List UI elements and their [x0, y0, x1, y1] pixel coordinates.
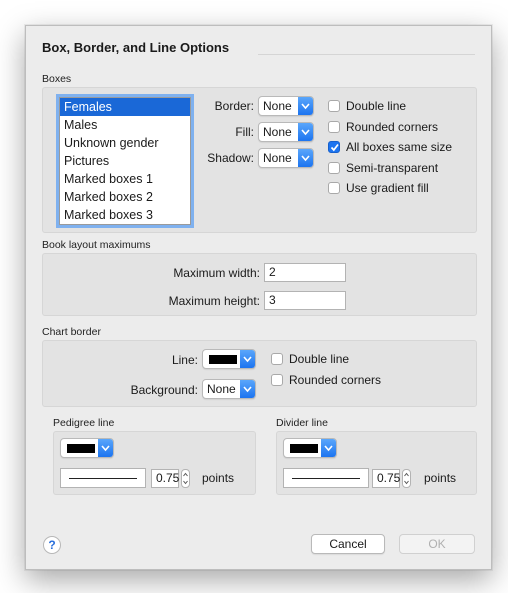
checkmark-icon	[330, 143, 339, 152]
rounded-corners-checkbox[interactable]: Rounded corners	[328, 120, 438, 134]
checkbox-box	[328, 182, 340, 194]
chart-border-section-label: Chart border	[42, 326, 101, 338]
checkbox-box	[271, 353, 283, 365]
divider-line-section-label: Divider line	[276, 417, 328, 429]
chart-border-double-line-checkbox[interactable]: Double line	[271, 352, 349, 366]
border-popup[interactable]: None	[258, 96, 314, 116]
list-item[interactable]: Unknown gender	[60, 134, 190, 152]
checkbox-box	[328, 162, 340, 174]
pedigree-line-width-field[interactable]: 0.75	[151, 469, 179, 488]
fill-label: Fill:	[235, 125, 254, 139]
chevron-down-icon	[298, 123, 313, 141]
maximum-width-field[interactable]: 2	[264, 263, 346, 282]
checkbox-label: Double line	[289, 352, 350, 366]
checkbox-label: All boxes same size	[346, 140, 453, 154]
help-button[interactable]: ?	[43, 536, 61, 554]
divider-line-style-sample[interactable]	[283, 468, 369, 488]
double-line-checkbox[interactable]: Double line	[328, 99, 406, 113]
chevron-down-icon	[98, 439, 113, 457]
background-label: Background:	[130, 383, 198, 397]
color-swatch	[290, 443, 318, 453]
color-swatch	[209, 354, 237, 364]
use-gradient-fill-checkbox[interactable]: Use gradient fill	[328, 181, 429, 195]
checkbox-label: Use gradient fill	[346, 181, 429, 195]
checkbox-label: Rounded corners	[289, 373, 382, 387]
pedigree-line-section-label: Pedigree line	[53, 417, 115, 429]
chevron-down-icon	[321, 439, 336, 457]
border-popup-value: None	[263, 99, 292, 113]
pedigree-line-units: points	[202, 471, 235, 485]
chevron-down-icon	[298, 149, 313, 167]
fill-popup-value: None	[263, 125, 292, 139]
checkbox-box	[271, 374, 283, 386]
ok-button[interactable]: OK	[399, 534, 475, 554]
chart-border-line-color-popup[interactable]	[202, 349, 256, 369]
stepper-arrows-icon	[404, 472, 409, 485]
box-border-line-options-dialog: Box, Border, and Line Options Boxes Fema…	[25, 25, 492, 570]
list-item[interactable]: Marked boxes 3	[60, 206, 190, 224]
checkbox-box	[328, 100, 340, 112]
list-item[interactable]: Marked boxes 1	[60, 170, 190, 188]
maximum-height-label: Maximum height:	[168, 294, 260, 308]
fill-popup[interactable]: None	[258, 122, 314, 142]
shadow-popup-value: None	[263, 151, 292, 165]
list-item[interactable]: Marked boxes 2	[60, 188, 190, 206]
divider-line-color-popup[interactable]	[283, 438, 337, 458]
boxes-section-label: Boxes	[42, 73, 72, 85]
shadow-popup[interactable]: None	[258, 148, 314, 168]
dialog-title: Box, Border, and Line Options	[42, 40, 230, 55]
divider-line-width-stepper[interactable]	[402, 469, 411, 488]
chevron-down-icon	[240, 350, 255, 368]
checkbox-label: Double line	[346, 99, 407, 113]
divider-line-width-field[interactable]: 0.75	[372, 469, 400, 488]
pedigree-line-width-stepper[interactable]	[181, 469, 190, 488]
checkbox-box	[328, 141, 340, 153]
pedigree-line-style-sample[interactable]	[60, 468, 146, 488]
chevron-down-icon	[298, 97, 313, 115]
box-type-list[interactable]: Females Males Unknown gender Pictures Ma…	[56, 94, 194, 228]
maximum-width-label: Maximum width:	[173, 266, 260, 280]
list-item[interactable]: Males	[60, 116, 190, 134]
line-label: Line:	[171, 353, 198, 367]
background-popup-value: None	[207, 382, 236, 396]
checkbox-label: Semi-transparent	[346, 161, 439, 175]
border-label: Border:	[214, 99, 254, 113]
shadow-label: Shadow:	[207, 151, 254, 165]
title-divider	[258, 54, 475, 55]
all-boxes-same-size-checkbox[interactable]: All boxes same size	[328, 140, 452, 154]
list-item[interactable]: Females	[60, 98, 190, 116]
book-layout-section-label: Book layout maximums	[42, 239, 151, 251]
checkbox-box	[328, 121, 340, 133]
pedigree-line-color-popup[interactable]	[60, 438, 114, 458]
background-popup[interactable]: None	[202, 379, 256, 399]
cancel-button[interactable]: Cancel	[311, 534, 385, 554]
maximum-height-field[interactable]: 3	[264, 291, 346, 310]
semi-transparent-checkbox[interactable]: Semi-transparent	[328, 161, 438, 175]
stepper-arrows-icon	[183, 472, 188, 485]
chart-border-rounded-corners-checkbox[interactable]: Rounded corners	[271, 373, 381, 387]
checkbox-label: Rounded corners	[346, 120, 439, 134]
list-item[interactable]: Pictures	[60, 152, 190, 170]
color-swatch	[67, 443, 95, 453]
chevron-down-icon	[240, 380, 255, 398]
divider-line-units: points	[424, 471, 457, 485]
